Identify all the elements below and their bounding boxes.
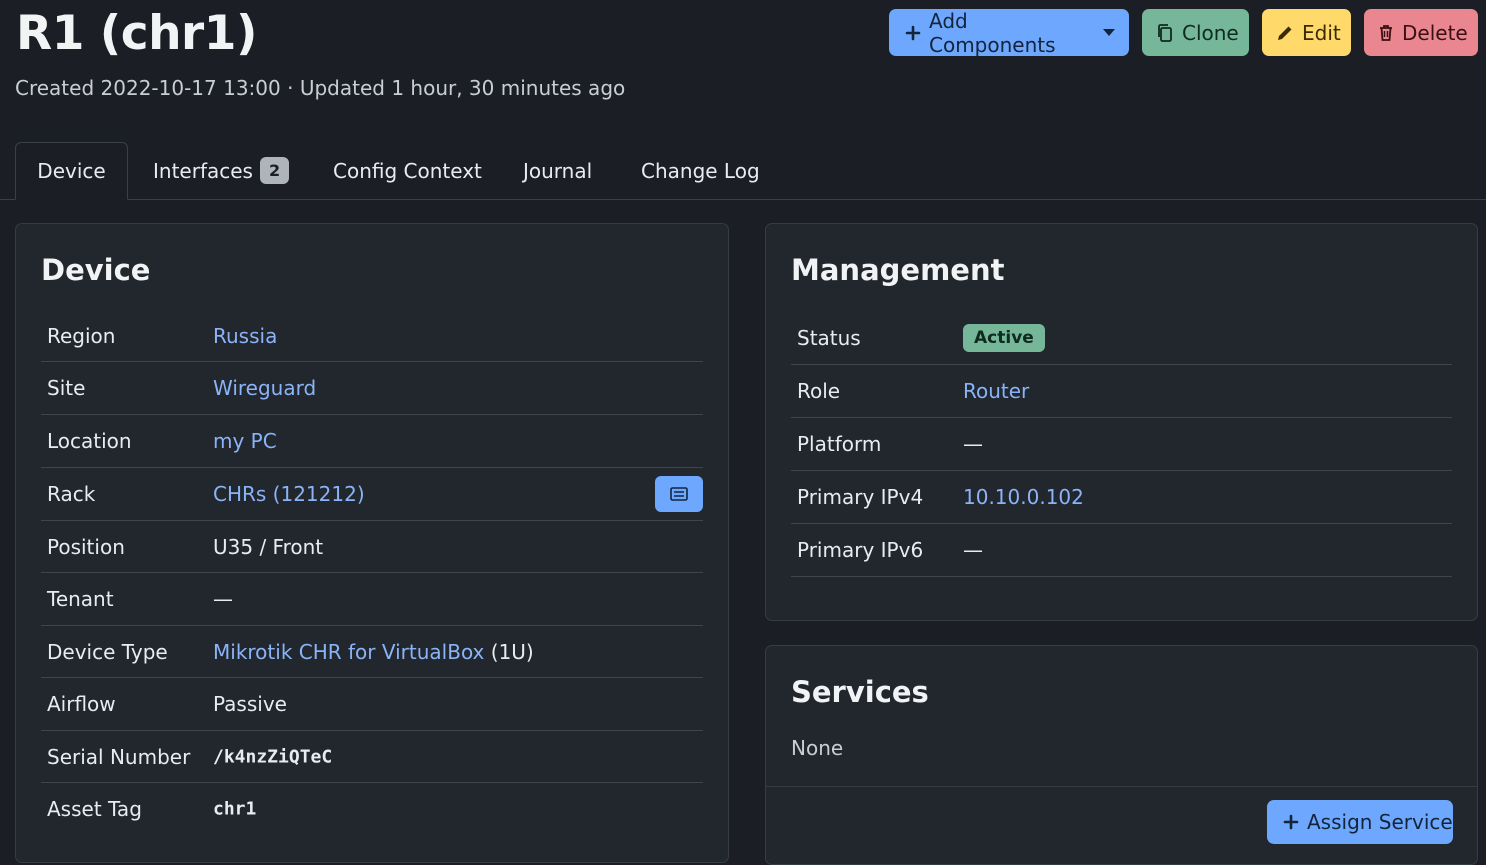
meta-separator: · [287,76,294,100]
timestamps: Created 2022-10-17 13:00 · Updated 1 hou… [15,76,625,100]
attr-row-rack: Rack CHRs (121212) [41,468,703,521]
rack-icon [670,487,688,501]
edit-label: Edit [1302,20,1341,45]
delete-button[interactable]: Delete [1364,9,1478,56]
attr-row-site: Site Wireguard [41,362,703,415]
attr-row-position: Position U35 / Front [41,521,703,573]
created-value: 2022-10-17 13:00 [100,76,281,100]
created-label: Created [15,76,95,100]
plus-icon [1283,814,1299,830]
management-card: Management Status Active Role Router Pla… [765,223,1478,621]
tenant-value: — [213,587,233,611]
updated-value: 1 hour, 30 minutes ago [391,76,626,100]
management-attributes: Status Active Role Router Platform — Pri… [791,312,1452,577]
attr-label: Position [47,534,125,559]
rack-link[interactable]: CHRs (121212) [213,482,365,506]
attr-label: Serial Number [47,744,191,769]
tab-device-label: Device [37,159,106,183]
attr-label: Rack [47,482,96,506]
attr-label: Platform [797,432,882,456]
attr-label: Region [47,323,116,348]
services-empty-text: None [791,736,844,760]
assign-service-button[interactable]: Assign Service [1267,800,1453,844]
tab-config-context[interactable]: Config Context [333,142,482,199]
attr-row-status: Status Active [791,312,1452,365]
attr-row-role: Role Router [791,365,1452,418]
attr-label: Asset Tag [47,797,142,821]
clone-icon [1156,23,1174,43]
primary-ipv6-value: — [963,538,983,562]
attr-label: Role [797,379,841,403]
pencil-icon [1276,24,1294,42]
attr-row-device-type: Device Type Mikrotik CHR for VirtualBox … [41,626,703,678]
attr-row-serial: Serial Number /k4nzZiQTeC [41,731,703,783]
plus-icon [905,25,921,41]
tab-interfaces[interactable]: Interfaces 2 [153,142,290,199]
region-link[interactable]: Russia [213,324,277,348]
rack-view-button[interactable] [655,476,703,512]
tab-journal-label: Journal [523,158,593,183]
platform-value: — [963,432,983,456]
attr-label: Status [797,326,861,350]
page-title: R1 (chr1) [16,6,257,61]
device-card: Device Region Russia Site Wireguard Loca… [15,223,729,863]
role-link[interactable]: Router [963,379,1029,403]
tab-change-log[interactable]: Change Log [641,142,760,199]
tab-bar: Device Interfaces 2 Config Context Journ… [0,142,1486,200]
device-type-height: (1U) [490,639,534,664]
chevron-down-icon [1103,29,1115,36]
management-card-title: Management [791,253,1005,287]
attr-row-primary-ipv6: Primary IPv6 — [791,524,1452,577]
attr-row-platform: Platform — [791,418,1452,471]
trash-icon [1378,24,1394,42]
attr-row-tenant: Tenant — [41,573,703,626]
primary-ipv4-link[interactable]: 10.10.0.102 [963,485,1084,509]
services-card-footer: Assign Service [766,786,1477,847]
device-attributes: Region Russia Site Wireguard Location my… [41,310,703,835]
attr-label: Primary IPv4 [797,485,924,509]
services-card-title: Services [791,675,929,709]
serial-number-value: /k4nzZiQTeC [213,746,333,767]
airflow-value: Passive [213,692,287,716]
action-buttons: Add Components Clone Edit Delete [889,8,1478,57]
asset-tag-value: chr1 [213,798,257,820]
attr-row-airflow: Airflow Passive [41,678,703,731]
site-link[interactable]: Wireguard [213,376,316,400]
services-card: Services None Assign Service [765,645,1478,865]
attr-label: Site [47,376,86,400]
location-link[interactable]: my PC [213,429,277,453]
attr-label: Tenant [47,587,114,611]
updated-label: Updated [299,76,385,100]
attr-row-primary-ipv4: Primary IPv4 10.10.0.102 [791,471,1452,524]
device-type-link[interactable]: Mikrotik CHR for VirtualBox [213,640,484,664]
attr-label: Location [47,429,132,453]
attr-row-region: Region Russia [41,310,703,362]
tab-config-context-label: Config Context [333,158,482,183]
add-components-button[interactable]: Add Components [889,8,1129,57]
position-value: U35 / Front [213,534,324,559]
tab-interfaces-label: Interfaces [153,158,253,183]
tab-device[interactable]: Device [15,142,128,200]
attr-label: Primary IPv6 [797,538,924,562]
delete-label: Delete [1402,20,1468,45]
tab-journal[interactable]: Journal [523,142,592,199]
attr-label: Airflow [47,692,116,716]
edit-button[interactable]: Edit [1262,9,1351,56]
interfaces-count-badge: 2 [259,157,290,184]
clone-button[interactable]: Clone [1142,9,1249,56]
attr-row-asset-tag: Asset Tag chr1 [41,783,703,835]
attr-row-location: Location my PC [41,415,703,468]
attr-label: Device Type [47,639,168,664]
assign-service-label: Assign Service [1307,810,1453,834]
status-badge: Active [963,324,1045,352]
tab-change-log-label: Change Log [641,158,760,183]
device-type-value: Mikrotik CHR for VirtualBox (1U) [213,640,534,664]
clone-label: Clone [1182,20,1239,45]
add-components-label: Add Components [929,8,1056,57]
device-card-title: Device [41,253,151,287]
